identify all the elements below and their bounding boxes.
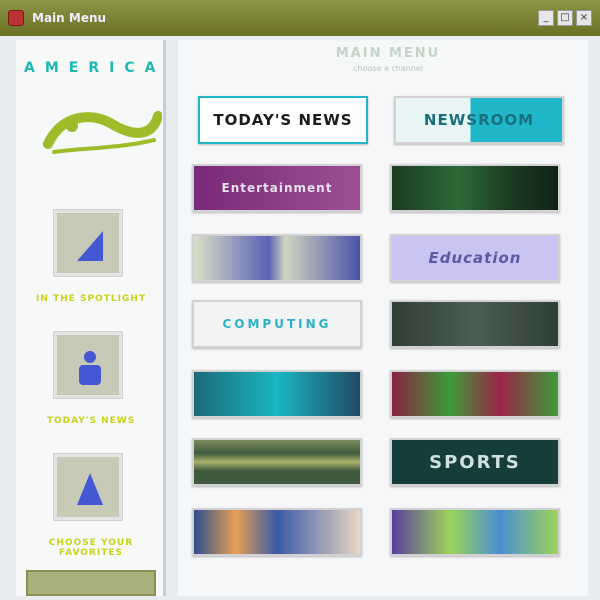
- tile-label: COMPUTING: [222, 317, 332, 331]
- minimize-button[interactable]: _: [538, 10, 554, 26]
- tile-computing[interactable]: COMPUTING: [192, 300, 362, 348]
- tile-todays-news[interactable]: TODAY'S NEWS: [198, 96, 368, 144]
- page-title: MAIN MENU: [335, 46, 441, 61]
- news-label[interactable]: TODAY'S NEWS: [16, 416, 166, 426]
- blue-arrow-icon: [77, 473, 103, 505]
- tile-blue-orange[interactable]: [192, 508, 362, 556]
- tile-purple-green[interactable]: [390, 508, 560, 556]
- logo-swoosh-icon: [43, 111, 162, 154]
- favorites-label[interactable]: CHOOSE YOUR FAVORITES: [16, 538, 166, 558]
- tile-entertainment[interactable]: Entertainment: [192, 164, 362, 212]
- logo-word: AMERICA: [24, 60, 166, 76]
- sidebar-bottom-button[interactable]: [26, 570, 156, 596]
- tile-sports[interactable]: SPORTS: [390, 438, 560, 486]
- page-subtitle: choose a channel: [353, 64, 423, 73]
- close-button[interactable]: ×: [576, 10, 592, 26]
- tile-label: Entertainment: [221, 181, 333, 195]
- tile-label: SPORTS: [429, 451, 521, 473]
- sidebar: AMERICA IN THE SPOTLIGHT TODAY'S NEWS CH…: [16, 40, 166, 596]
- tile-label: TODAY'S NEWS: [213, 111, 353, 129]
- tile-newsroom[interactable]: NEWSROOM: [394, 96, 564, 144]
- tile-label: NEWSROOM: [423, 111, 535, 129]
- app-icon: [8, 10, 24, 26]
- tile-green-dark[interactable]: [390, 164, 560, 212]
- window-controls: _ □ ×: [538, 10, 592, 26]
- logo[interactable]: AMERICA: [24, 60, 164, 180]
- tile-label: Education: [428, 249, 522, 267]
- window-title: Main Menu: [32, 11, 107, 25]
- tile-red-green[interactable]: [390, 370, 560, 418]
- spotlight-label[interactable]: IN THE SPOTLIGHT: [16, 294, 166, 304]
- tile-education[interactable]: Education: [390, 234, 560, 282]
- window-frame: AMERICA IN THE SPOTLIGHT TODAY'S NEWS CH…: [0, 36, 600, 600]
- spotlight-card[interactable]: [54, 210, 122, 276]
- maximize-button[interactable]: □: [557, 10, 573, 26]
- main-panel: MAIN MENU choose a channel TODAY'S NEWS …: [178, 40, 588, 596]
- title-bar: Main Menu _ □ ×: [0, 0, 600, 36]
- tile-teal[interactable]: [192, 370, 362, 418]
- blue-triangle-icon: [77, 231, 103, 261]
- news-card[interactable]: [54, 332, 122, 398]
- tile-blue-photo[interactable]: [192, 234, 362, 282]
- tile-dark-green[interactable]: [390, 300, 560, 348]
- favorites-card[interactable]: [54, 454, 122, 520]
- blue-figure-icon: [79, 351, 101, 385]
- tile-green-bar[interactable]: [192, 438, 362, 486]
